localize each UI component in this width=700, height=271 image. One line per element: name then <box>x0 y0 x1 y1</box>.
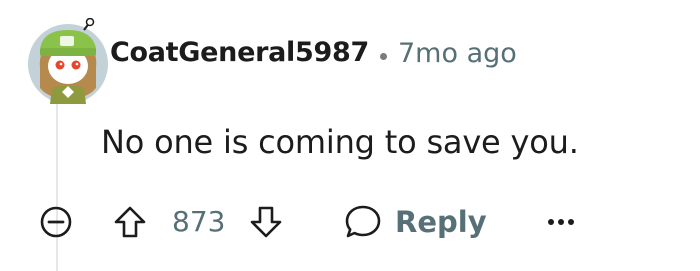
thread-line[interactable] <box>56 100 58 271</box>
comment-author[interactable]: CoatGeneral5987 <box>110 37 369 68</box>
arrow-up-outline-icon <box>114 206 146 238</box>
reply-label: Reply <box>395 205 487 239</box>
comment-body: No one is coming to save you. <box>101 123 579 161</box>
separator-dot <box>380 53 387 60</box>
upvote-button[interactable] <box>110 203 150 241</box>
minus-circle-icon <box>40 206 72 238</box>
collapse-button[interactable] <box>38 204 74 240</box>
comment-timestamp[interactable]: 7mo ago <box>398 38 517 69</box>
arrow-down-outline-icon <box>250 206 282 238</box>
more-options-button[interactable] <box>544 206 578 238</box>
speech-bubble-icon <box>345 205 381 238</box>
downvote-button[interactable] <box>246 203 286 241</box>
comment-actions: 873 Reply <box>0 200 700 244</box>
reply-button[interactable]: Reply <box>343 202 487 242</box>
user-avatar[interactable] <box>26 18 110 104</box>
ellipsis-horizontal-icon <box>548 219 574 225</box>
vote-score: 873 <box>172 205 226 238</box>
